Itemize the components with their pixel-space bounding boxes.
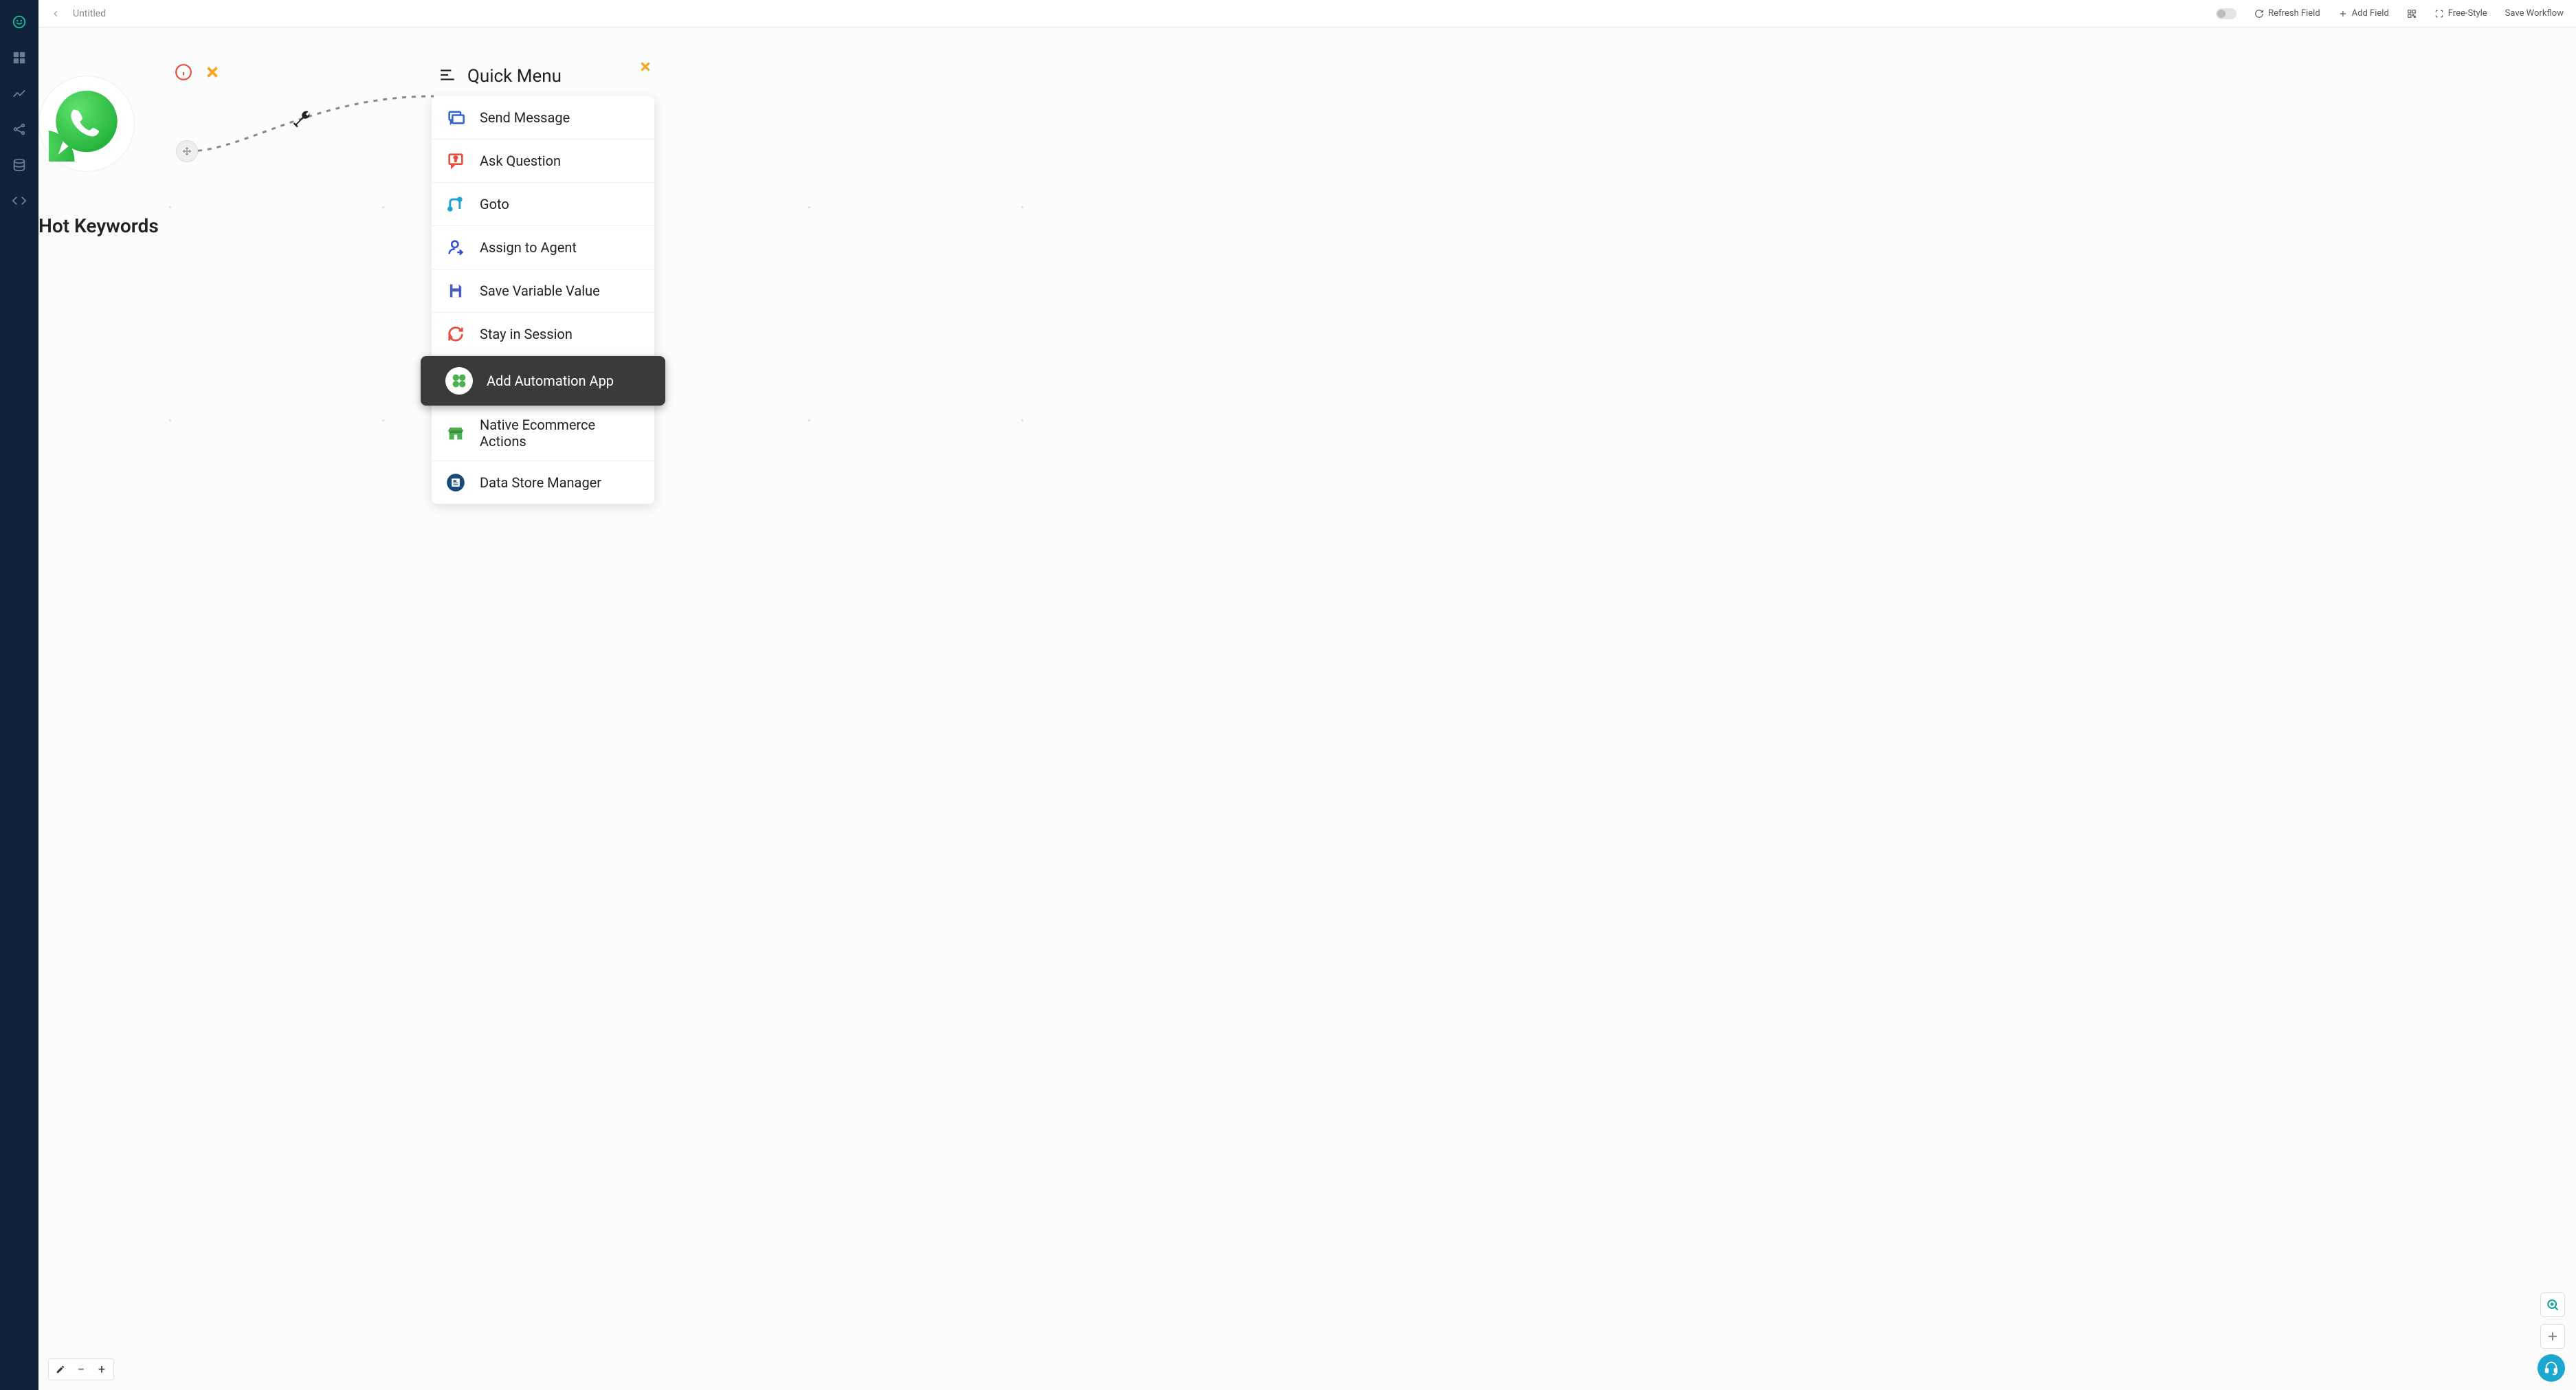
menu-item-label: Stay in Session bbox=[480, 326, 573, 342]
support-button[interactable] bbox=[2538, 1354, 2565, 1382]
toggle-switch[interactable] bbox=[2216, 8, 2236, 19]
hot-keywords-label: Hot Keywords bbox=[38, 214, 159, 237]
menu-item-label: Send Message bbox=[480, 109, 570, 126]
free-style-button[interactable]: Free-Style bbox=[2434, 8, 2487, 19]
stay-session-icon bbox=[445, 324, 466, 344]
menu-item-label: Add Automation App bbox=[487, 373, 614, 389]
menu-item-label: Assign to Agent bbox=[480, 239, 577, 256]
quick-menu: Quick Menu Send Message ? bbox=[432, 62, 654, 504]
add-field-button[interactable]: Add Field bbox=[2338, 8, 2389, 19]
page-title: Untitled bbox=[73, 8, 106, 19]
goto-icon bbox=[445, 194, 466, 214]
menu-item-send-message[interactable]: Send Message bbox=[432, 96, 654, 140]
save-workflow-button[interactable]: Save Workflow bbox=[2505, 8, 2564, 19]
share-icon[interactable] bbox=[11, 121, 27, 137]
grid-dot bbox=[1021, 206, 1023, 208]
grid-dot bbox=[382, 419, 384, 421]
grid-dot bbox=[169, 206, 171, 208]
zoom-in-button[interactable]: + bbox=[94, 1362, 109, 1377]
back-button[interactable] bbox=[51, 9, 60, 19]
sidebar bbox=[0, 0, 38, 1390]
ask-question-icon: ? bbox=[445, 151, 466, 171]
canvas[interactable]: Hot Keywords Quick Menu bbox=[38, 27, 2576, 1390]
float-right-controls bbox=[2540, 1292, 2565, 1349]
close-node-icon[interactable] bbox=[203, 63, 221, 81]
quick-menu-icon bbox=[438, 66, 456, 87]
add-field-label: Add Field bbox=[2352, 8, 2389, 19]
menu-item-ask-question[interactable]: ? Ask Question bbox=[432, 140, 654, 183]
menu-item-label: Native Ecommerce Actions bbox=[480, 417, 641, 450]
refresh-field-button[interactable]: Refresh Field bbox=[2254, 8, 2320, 19]
zoom-out-button[interactable]: − bbox=[74, 1362, 89, 1377]
ecommerce-icon bbox=[445, 423, 466, 443]
zoom-controls: − + bbox=[48, 1358, 114, 1380]
menu-item-stay-session[interactable]: Stay in Session bbox=[432, 313, 654, 356]
grid-dot bbox=[382, 206, 384, 208]
main: Untitled Refresh Field Add Field Free-St bbox=[38, 0, 2576, 1390]
send-message-icon bbox=[445, 107, 466, 128]
menu-item-label: Ask Question bbox=[480, 153, 561, 169]
zoom-edit-button[interactable] bbox=[53, 1362, 68, 1377]
wrench-icon[interactable] bbox=[291, 109, 312, 129]
quick-menu-list: Send Message ? Ask Question Goto bbox=[432, 96, 654, 504]
save-variable-icon bbox=[445, 280, 466, 301]
menu-item-save-variable[interactable]: Save Variable Value bbox=[432, 269, 654, 313]
grid-dot bbox=[808, 206, 810, 208]
dashboard-icon[interactable] bbox=[11, 49, 27, 66]
menu-item-data-store[interactable]: Data Store Manager bbox=[432, 461, 654, 504]
menu-item-assign-agent[interactable]: Assign to Agent bbox=[432, 226, 654, 269]
free-style-label: Free-Style bbox=[2448, 8, 2487, 19]
data-store-icon bbox=[445, 472, 466, 493]
analytics-icon[interactable] bbox=[11, 85, 27, 102]
menu-item-native-ecommerce[interactable]: Native Ecommerce Actions bbox=[432, 406, 654, 461]
zoom-to-fit-button[interactable] bbox=[2540, 1292, 2565, 1317]
database-icon[interactable] bbox=[11, 157, 27, 173]
save-workflow-label: Save Workflow bbox=[2505, 8, 2564, 19]
assign-agent-icon bbox=[445, 237, 466, 258]
quick-menu-close-icon[interactable] bbox=[638, 59, 653, 77]
menu-item-label: Goto bbox=[480, 196, 509, 212]
topbar: Untitled Refresh Field Add Field Free-St bbox=[38, 0, 2576, 27]
svg-text:?: ? bbox=[454, 155, 457, 164]
connector-handle[interactable] bbox=[176, 140, 198, 162]
qr-button[interactable] bbox=[2407, 9, 2417, 19]
whatsapp-node[interactable] bbox=[38, 76, 135, 172]
add-automation-icon bbox=[445, 367, 473, 395]
code-icon[interactable] bbox=[11, 192, 27, 209]
refresh-field-label: Refresh Field bbox=[2268, 8, 2320, 19]
menu-item-goto[interactable]: Goto bbox=[432, 183, 654, 226]
info-icon[interactable] bbox=[175, 63, 192, 81]
menu-item-label: Save Variable Value bbox=[480, 283, 600, 299]
add-button[interactable] bbox=[2540, 1324, 2565, 1349]
menu-item-label: Data Store Manager bbox=[480, 474, 601, 491]
logo-icon[interactable] bbox=[11, 14, 27, 30]
grid-dot bbox=[808, 419, 810, 421]
quick-menu-title: Quick Menu bbox=[467, 66, 562, 87]
grid-dot bbox=[169, 419, 171, 421]
menu-item-add-automation[interactable]: Add Automation App bbox=[421, 356, 665, 406]
grid-dot bbox=[1021, 419, 1023, 421]
